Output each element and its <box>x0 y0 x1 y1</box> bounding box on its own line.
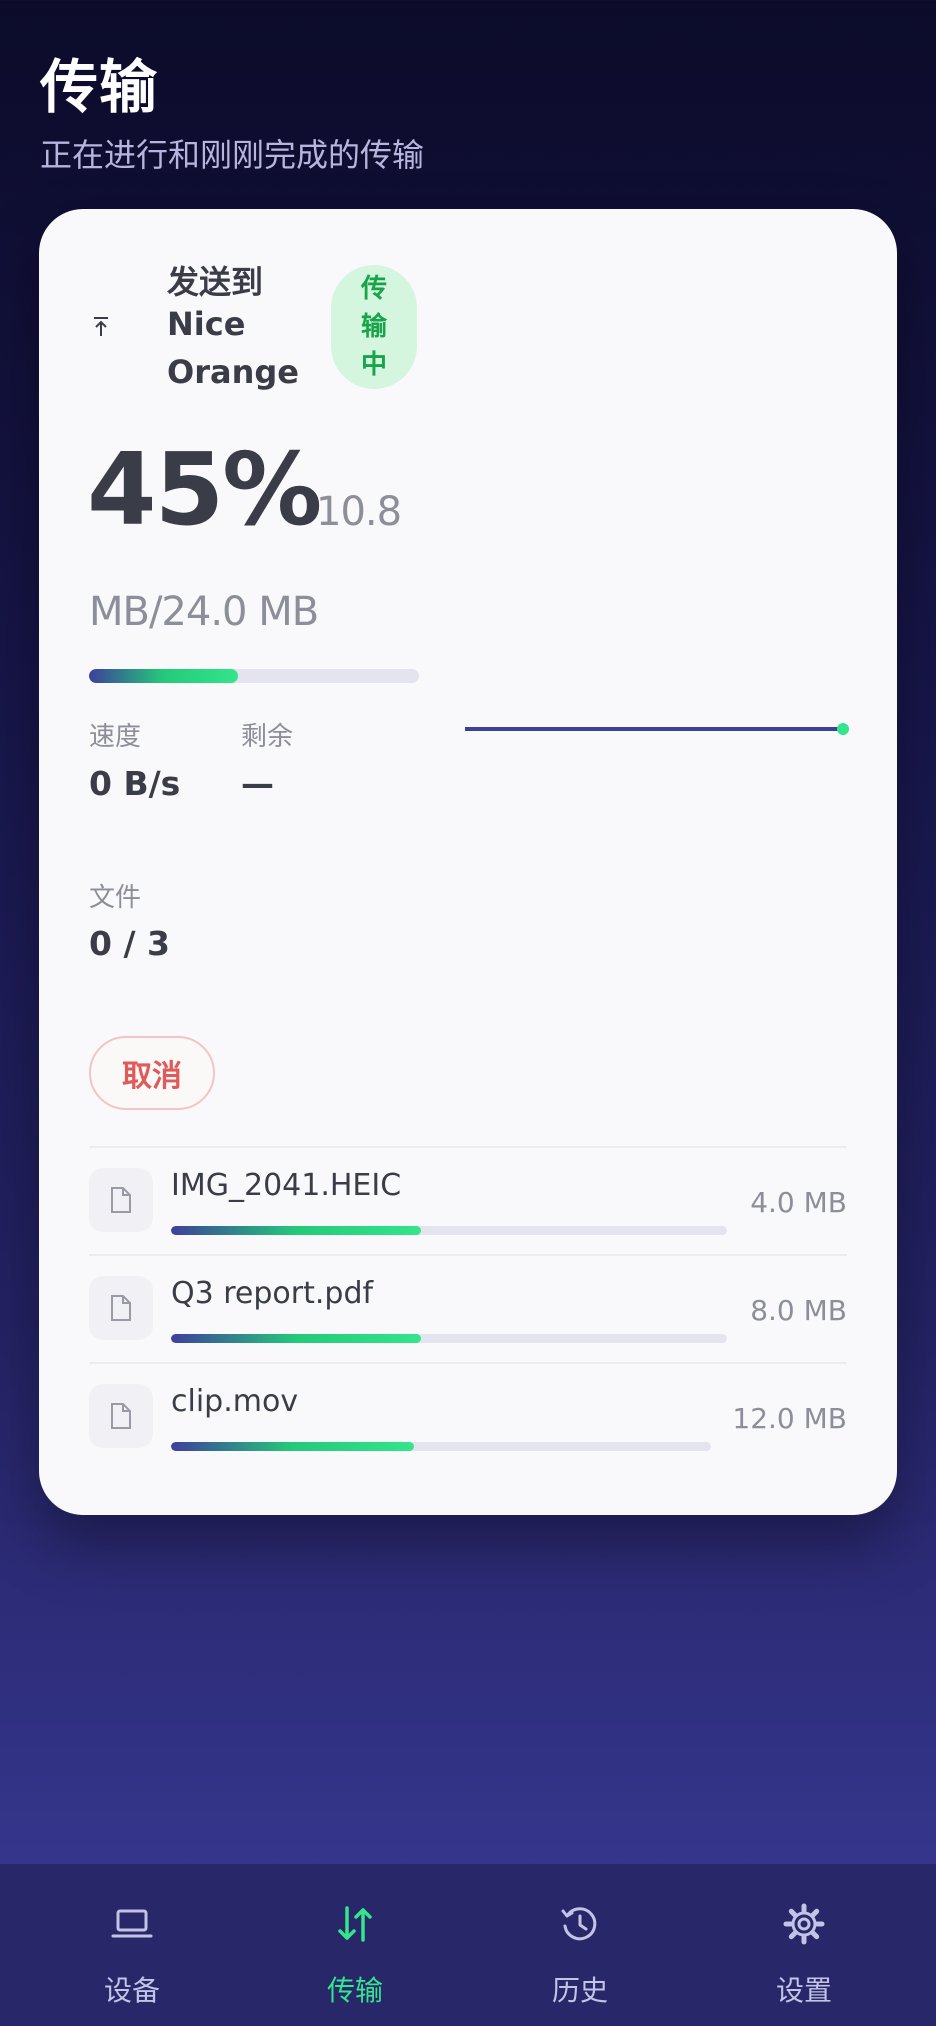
file-row: Q3 report.pdf 8.0 MB <box>89 1254 847 1364</box>
cancel-button[interactable]: 取消 <box>89 1036 215 1110</box>
remaining-value: — <box>241 764 274 803</box>
file-progress-fill <box>171 1334 422 1343</box>
nav-item-history[interactable]: 历史 <box>463 1864 697 2026</box>
laptop-icon <box>111 1909 153 1938</box>
file-progress-bar <box>171 1226 727 1235</box>
file-name: IMG_2041.HEIC <box>171 1168 402 1203</box>
speed-value: 0 B/s <box>89 764 181 803</box>
arrows-up-down-icon <box>338 1906 372 1942</box>
file-name: Q3 report.pdf <box>171 1276 374 1311</box>
nav-item-settings[interactable]: 设置 <box>687 1864 921 2026</box>
status-badge: 传输中 <box>331 265 417 389</box>
peer-name-line2: Orange <box>167 353 299 391</box>
history-icon <box>561 1907 597 1941</box>
nav-label-transfers: 传输 <box>326 1974 383 2007</box>
speed-label: 速度 <box>89 722 142 752</box>
total-size: MB/24.0 MB <box>89 589 319 635</box>
speed-sparkline <box>465 723 849 735</box>
direction-label: 发送到 <box>167 263 264 301</box>
file-size: 4.0 MB <box>750 1186 847 1219</box>
page-subtitle: 正在进行和刚刚完成的传输 <box>40 136 425 174</box>
file-size: 8.0 MB <box>750 1294 847 1327</box>
nav-item-transfers[interactable]: 传输 <box>238 1864 472 2026</box>
file-row: IMG_2041.HEIC 4.0 MB <box>89 1146 847 1256</box>
sparkline-endpoint <box>837 723 849 735</box>
transferred-size: 10.8 <box>316 489 402 535</box>
file-progress-bar <box>171 1442 711 1451</box>
status-badge-label: 传输中 <box>360 274 387 380</box>
bottom-nav: 设备 传输 历史 设置 <box>0 1863 936 2026</box>
overall-progress-fill <box>89 669 238 683</box>
peer-name-line1: Nice <box>167 305 246 343</box>
nav-item-devices[interactable]: 设备 <box>15 1864 249 2026</box>
files-count: 0 / 3 <box>89 924 170 963</box>
files-label: 文件 <box>89 883 142 913</box>
nav-label-settings: 设置 <box>775 1974 832 2007</box>
file-row: clip.mov 12.0 MB <box>89 1362 847 1472</box>
transfer-card: 发送到 Nice Orange 传输中 45% 10.8 MB/24.0 MB … <box>39 209 897 1515</box>
remaining-label: 剩余 <box>241 722 294 752</box>
upload-icon <box>94 317 108 336</box>
gear-icon <box>783 1903 825 1945</box>
file-name: clip.mov <box>171 1384 299 1419</box>
nav-label-devices: 设备 <box>103 1974 160 2007</box>
file-size: 12.0 MB <box>732 1402 847 1435</box>
file-icon <box>89 1168 153 1232</box>
file-progress-bar <box>171 1334 727 1343</box>
file-progress-fill <box>171 1442 414 1451</box>
page-title: 传输 <box>40 53 159 121</box>
file-progress-fill <box>171 1226 422 1235</box>
file-icon <box>89 1276 153 1340</box>
file-icon <box>89 1384 153 1448</box>
progress-percent: 45% <box>87 431 322 548</box>
overall-progress-bar <box>89 669 419 683</box>
nav-label-history: 历史 <box>551 1974 608 2007</box>
